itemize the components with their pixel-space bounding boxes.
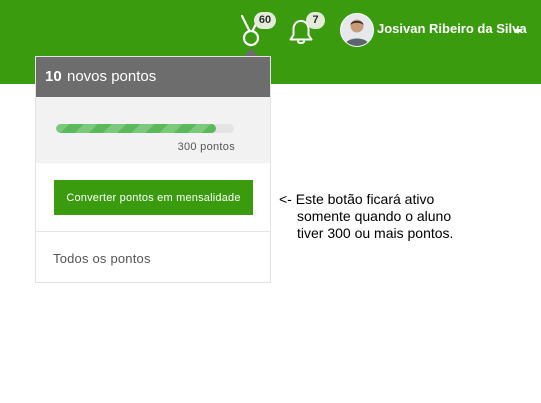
all-points-link[interactable]: Todos os pontos: [53, 251, 151, 266]
user-name[interactable]: Josivan Ribeiro da Silva: [377, 21, 527, 36]
new-points-count: 10: [45, 68, 62, 85]
user-avatar[interactable]: [340, 13, 374, 47]
annotation-line-1: <- Este botão ficará ativo: [279, 191, 435, 207]
convert-points-button[interactable]: Converter pontos em mensalidade: [54, 180, 253, 215]
divider: [36, 231, 270, 232]
progress-section: 300 pontos: [36, 97, 270, 163]
annotation-line-3: tiver 300 ou mais pontos.: [297, 225, 454, 241]
chevron-down-icon[interactable]: [514, 29, 522, 34]
annotation-line-2: somente quando o aluno: [297, 208, 452, 224]
notifications-badge: 7: [306, 12, 325, 29]
progress-label: 300 pontos: [177, 141, 235, 153]
points-badge: 60: [254, 12, 276, 29]
new-points-label: novos pontos: [67, 68, 157, 85]
dropdown-header: 10 novos pontos: [36, 57, 270, 97]
points-progress-bar: [56, 124, 234, 133]
points-progress-fill: [56, 124, 217, 133]
points-dropdown: 10 novos pontos 300 pontos Converter pon…: [35, 56, 271, 283]
